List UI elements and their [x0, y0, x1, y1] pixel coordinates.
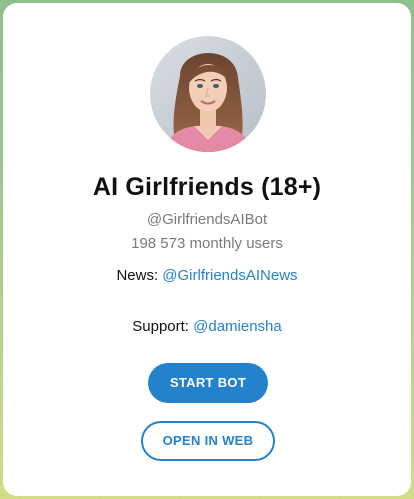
bot-username: @GirlfriendsAIBot [146, 211, 268, 228]
start-bot-button[interactable]: START BOT [148, 363, 268, 403]
monthly-users-count: 198 573 monthly users [131, 235, 283, 252]
news-line: News: @GirlfriendsAINews [3, 267, 411, 284]
news-label: News: [116, 267, 163, 284]
news-channel-link[interactable]: @GirlfriendsAINews [162, 267, 297, 284]
bot-avatar [150, 36, 266, 152]
bot-title: AI Girlfriends (18+) [92, 173, 322, 201]
avatar-photo-icon [150, 36, 266, 152]
support-label: Support: [132, 318, 194, 335]
support-contact-link[interactable]: @damiensha [193, 318, 282, 335]
open-in-web-button[interactable]: OPEN IN WEB [141, 421, 275, 461]
support-line: Support: @damiensha [3, 318, 411, 335]
bot-profile-card: AI Girlfriends (18+) @GirlfriendsAIBot 1… [3, 3, 411, 496]
